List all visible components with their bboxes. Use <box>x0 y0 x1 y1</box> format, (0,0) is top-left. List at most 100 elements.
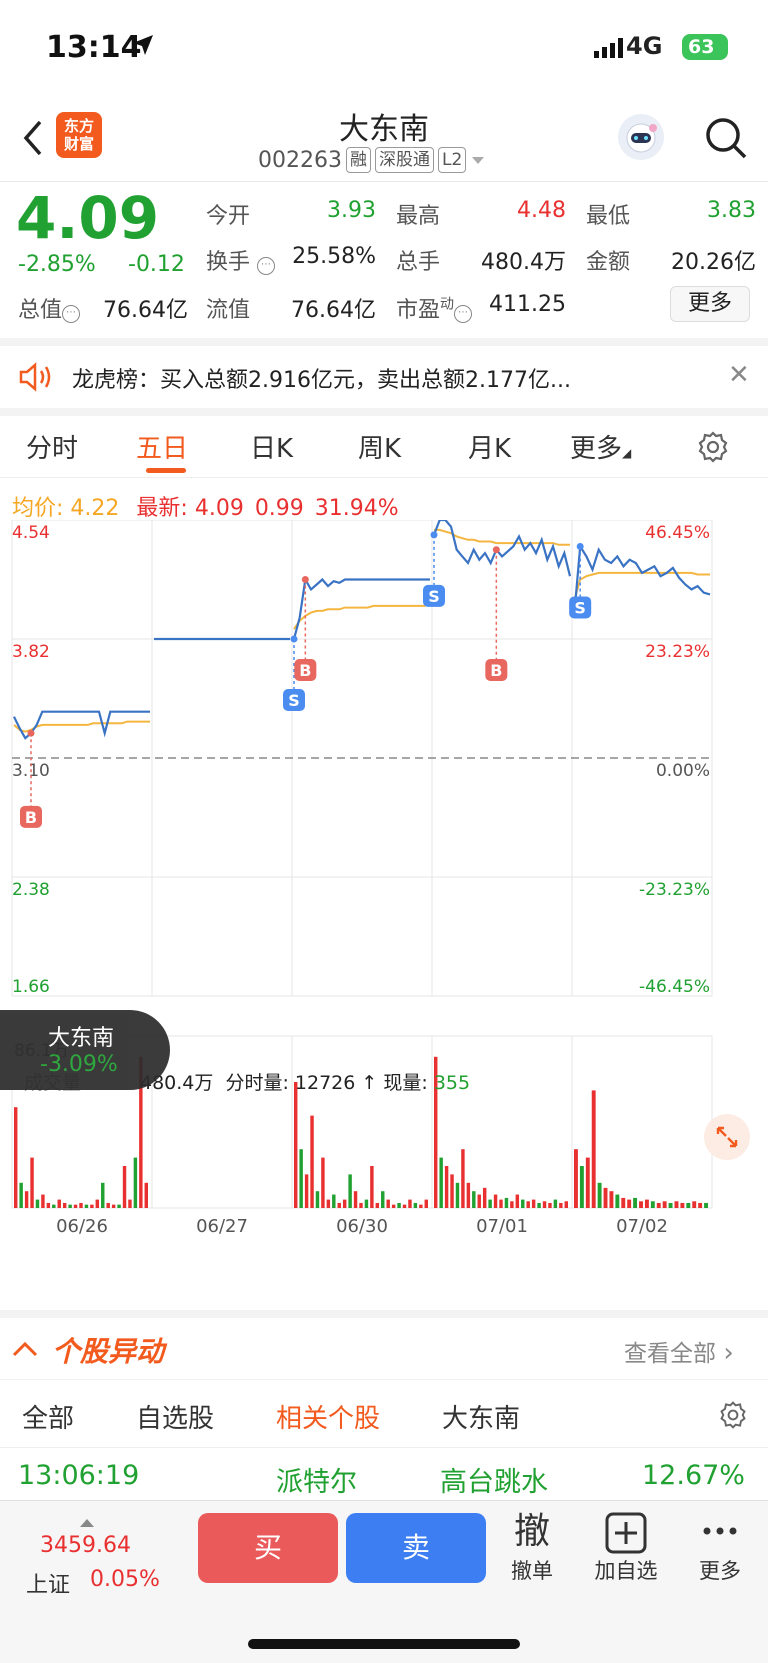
pe-label: 市盈动 ⋯ <box>396 292 473 324</box>
tab-five-day[interactable]: 五日 <box>136 428 188 465</box>
x-axis-label: 07/01 <box>476 1216 528 1237</box>
chevron-right-icon: › <box>723 1338 734 1368</box>
x-axis-label: 06/27 <box>196 1216 248 1237</box>
view-all-text: 查看全部 <box>624 1341 716 1367</box>
tab-more-label: 更多 <box>570 434 623 464</box>
more-quote-button[interactable]: 更多 <box>670 286 750 322</box>
movement-tab-watchlist[interactable]: 自选股 <box>136 1398 214 1435</box>
buy-marker-label: B <box>299 661 311 680</box>
y-tick-left: 1.66 <box>12 977 50 997</box>
volume-bar <box>668 1202 673 1208</box>
dragon-tiger-banner[interactable]: 龙虎榜：买入总额2.916亿元，卖出总额2.177亿... ✕ <box>0 346 768 408</box>
volume-bar <box>375 1202 380 1208</box>
list-item[interactable]: 13:06:19 派特尔 高台跳水 12.67% <box>0 1448 768 1502</box>
view-all-link[interactable]: 查看全部 › <box>624 1334 734 1368</box>
tab-weekly-k[interactable]: 周K <box>358 428 401 465</box>
volume-bar <box>548 1202 552 1208</box>
y-tick-right: 46.45% <box>645 523 710 543</box>
volume-bar <box>14 1107 18 1208</box>
movement-stock: 派特尔 <box>276 1467 357 1498</box>
index-name[interactable]: 上证 <box>26 1567 70 1599</box>
volume-bar <box>537 1202 541 1208</box>
volume-bar <box>455 1182 460 1208</box>
y-tick-right: -46.45% <box>639 977 710 997</box>
volume-bar <box>704 1202 708 1208</box>
volume-bar <box>299 1149 303 1208</box>
movement-tab-stock[interactable]: 大东南 <box>442 1398 520 1435</box>
price-line <box>432 520 572 577</box>
volume-bar <box>391 1204 396 1208</box>
volume-bar <box>35 1199 40 1208</box>
info-icon[interactable]: ⋯ <box>62 305 81 323</box>
location-arrow-icon <box>133 35 153 55</box>
cancel-order-button[interactable]: 撤 撤单 <box>492 1509 572 1585</box>
volume-bar <box>615 1194 620 1208</box>
stock-subtitle[interactable]: 002263 融 深股通 L2 <box>258 146 486 174</box>
cancel-icon: 撤 <box>513 1511 550 1552</box>
volume-bar <box>348 1174 352 1208</box>
more-label: 更多 <box>699 1559 741 1583</box>
volume-bar <box>57 1199 61 1208</box>
x-axis-label: 06/26 <box>56 1216 108 1237</box>
five-day-chart[interactable]: 4.54 46.45%3.82 23.23%3.10 0.00%2.38 -23.23%… <box>0 520 768 1290</box>
triangle-up-icon <box>80 1519 94 1527</box>
volume-bar <box>680 1202 685 1208</box>
volume-bar <box>656 1202 661 1208</box>
volume-bar <box>122 1166 127 1208</box>
volume-bar <box>488 1199 492 1208</box>
add-watchlist-button[interactable]: 加自选 <box>586 1509 666 1585</box>
volume-bar <box>294 1082 298 1208</box>
sell-marker-label: S <box>428 587 440 606</box>
volume-bar <box>542 1201 547 1208</box>
volume-bar <box>30 1157 34 1208</box>
search-icon[interactable] <box>704 116 748 160</box>
tab-daily-k[interactable]: 日K <box>250 428 293 465</box>
volume-bar <box>408 1199 412 1208</box>
movement-event: 高台跳水 <box>440 1467 548 1498</box>
movement-tab-all[interactable]: 全部 <box>22 1398 74 1435</box>
volume-bar <box>332 1194 336 1208</box>
stock-code: 002263 <box>258 147 342 173</box>
buy-button[interactable]: 买 <box>198 1513 338 1583</box>
floating-stock-pct: -3.09% <box>40 1052 118 1077</box>
more-button[interactable]: 更多 <box>680 1509 760 1585</box>
volume-bar <box>106 1202 110 1208</box>
expand-chart-icon[interactable] <box>704 1114 750 1160</box>
close-icon[interactable]: ✕ <box>728 360 750 390</box>
volume-bar <box>364 1199 369 1208</box>
float-value: 76.64亿 <box>291 298 376 323</box>
volume-bar <box>674 1201 679 1208</box>
volume-bar <box>510 1201 514 1208</box>
latest-percent: 31.94% <box>314 496 399 521</box>
gear-icon[interactable] <box>696 430 730 464</box>
info-icon[interactable]: ⋯ <box>454 305 473 323</box>
index-percent[interactable]: 0.05% <box>90 1567 160 1592</box>
volume-bar <box>310 1115 314 1208</box>
movement-tab-related[interactable]: 相关个股 <box>276 1398 380 1435</box>
gear-icon[interactable] <box>718 1400 748 1430</box>
index-value[interactable]: 3459.64 <box>40 1533 131 1558</box>
tab-intraday[interactable]: 分时 <box>26 428 78 465</box>
high-value: 4.48 <box>517 198 566 223</box>
volume-bar <box>662 1201 667 1208</box>
stock-movement-header[interactable]: 个股异动 查看全部 › <box>0 1318 768 1380</box>
chevron-up-icon[interactable] <box>12 1340 38 1358</box>
tab-monthly-k[interactable]: 月K <box>468 428 511 465</box>
sell-button[interactable]: 卖 <box>346 1513 486 1583</box>
info-icon[interactable]: ⋯ <box>257 257 276 275</box>
x-axis-label: 07/02 <box>616 1216 668 1237</box>
volume-info: 480.4万 分时量: 12726 ↑ 现量: 355 <box>140 1068 470 1095</box>
turnover-label-text: 换手 <box>206 250 251 275</box>
buy-marker-label: B <box>490 661 502 680</box>
movement-tabs: 全部 自选股 相关个股 大东南 <box>0 1380 768 1448</box>
assistant-robot-icon[interactable] <box>618 114 664 160</box>
volume-bar <box>633 1197 638 1208</box>
cancel-label: 撤单 <box>511 1559 553 1583</box>
mktcap-label: 总值 ⋯ <box>18 292 81 324</box>
signal-icon <box>594 38 623 58</box>
mktcap-label-text: 总值 <box>18 298 63 323</box>
amount-value: 20.26亿 <box>671 250 756 275</box>
tab-more[interactable]: 更多◢ <box>570 428 631 465</box>
floating-stock-tag[interactable]: 大东南 -3.09% <box>0 1010 170 1090</box>
change-percent: -2.85% <box>18 252 96 277</box>
